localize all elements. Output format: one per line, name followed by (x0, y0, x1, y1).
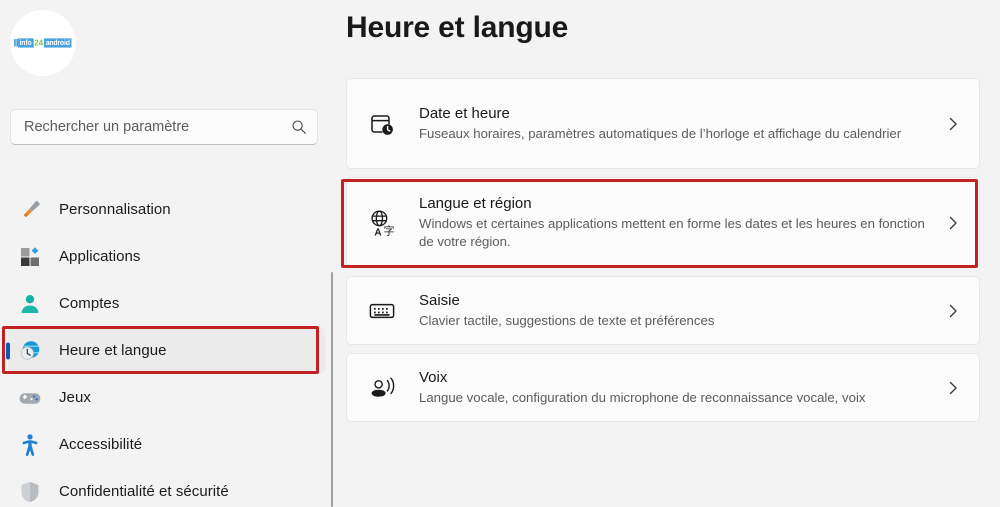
card-title: Date et heure (419, 105, 510, 123)
sidebar-item-label: Applications (59, 248, 141, 265)
sidebar: ||| info 24 android Rechercher un paramè… (0, 0, 333, 507)
settings-card-list: Date et heure Fuseaux horaires, paramètr… (346, 78, 980, 430)
card-text: Voix Langue vocale, configuration du mic… (419, 368, 945, 407)
logo-info-text: info (18, 38, 34, 48)
sidebar-item-label: Personnalisation (59, 201, 171, 218)
chevron-right-icon[interactable] (945, 116, 961, 132)
sidebar-item-accessibilite[interactable]: Accessibilité (8, 421, 325, 468)
selected-indicator (6, 342, 10, 359)
sidebar-nav: Personnalisation Applications Comptes He… (0, 186, 333, 507)
gamepad-icon (18, 386, 42, 410)
settings-card-saisie[interactable]: Saisie Clavier tactile, suggestions de t… (346, 276, 980, 345)
sidebar-item-label: Accessibilité (59, 436, 143, 453)
clock-globe-icon (18, 339, 42, 363)
sidebar-item-heure-et-langue[interactable]: Heure et langue (6, 327, 325, 374)
sidebar-item-confidentialite-et-securite[interactable]: Confidentialité et sécurité (8, 468, 325, 507)
translate-globe-icon: A 字 (367, 208, 397, 238)
search-box[interactable] (10, 109, 318, 145)
accessibility-person-icon (18, 433, 42, 457)
card-title: Saisie (419, 292, 460, 310)
calendar-clock-icon (367, 109, 397, 139)
settings-card-date-et-heure[interactable]: Date et heure Fuseaux horaires, paramètr… (346, 78, 980, 169)
apps-grid-icon (18, 245, 42, 269)
logo-24-text: 24 (34, 38, 44, 48)
card-text: Date et heure Fuseaux horaires, paramètr… (419, 104, 945, 143)
paintbrush-icon (18, 198, 42, 222)
search-input[interactable] (24, 119, 291, 135)
shield-icon (18, 480, 42, 504)
card-subtitle: Clavier tactile, suggestions de texte et… (419, 312, 715, 328)
sidebar-item-comptes[interactable]: Comptes (8, 280, 325, 327)
sidebar-item-applications[interactable]: Applications (8, 233, 325, 280)
main-content: Heure et langue Date et heure Fuseaux ho… (333, 0, 1000, 507)
settings-card-langue-et-region[interactable]: A 字 Langue et région Windows et certaine… (346, 177, 980, 268)
voice-speech-icon (367, 373, 397, 403)
avatar-circle: ||| info 24 android (10, 10, 76, 76)
sidebar-item-personnalisation[interactable]: Personnalisation (8, 186, 325, 233)
card-subtitle: Langue vocale, configuration du micropho… (419, 389, 866, 405)
search-icon (291, 119, 307, 135)
sidebar-item-label: Comptes (59, 295, 120, 312)
chevron-right-icon[interactable] (945, 215, 961, 231)
card-title: Voix (419, 369, 448, 387)
info24android-logo: ||| info 24 android (14, 38, 73, 48)
chevron-right-icon[interactable] (945, 303, 961, 319)
sidebar-item-label: Heure et langue (59, 342, 167, 359)
sidebar-item-label: Confidentialité et sécurité (59, 483, 229, 500)
card-text: Saisie Clavier tactile, suggestions de t… (419, 291, 945, 330)
settings-window: ||| info 24 android Rechercher un paramè… (0, 0, 1000, 507)
keyboard-icon (367, 296, 397, 326)
person-account-icon (18, 292, 42, 316)
sidebar-item-label: Jeux (59, 389, 91, 406)
svg-text:A: A (374, 227, 381, 238)
logo-android-text: android (44, 38, 73, 48)
chevron-right-icon[interactable] (945, 380, 961, 396)
card-subtitle: Fuseaux horaires, paramètres automatique… (419, 125, 902, 141)
avatar[interactable]: ||| info 24 android (10, 10, 76, 76)
svg-text:字: 字 (384, 223, 395, 237)
sidebar-item-jeux[interactable]: Jeux (8, 374, 325, 421)
settings-card-voix[interactable]: Voix Langue vocale, configuration du mic… (346, 353, 980, 422)
card-subtitle: Windows et certaines applications metten… (419, 215, 925, 249)
page-title: Heure et langue (346, 11, 569, 44)
card-text: Langue et région Windows et certaines ap… (419, 194, 945, 251)
card-title: Langue et région (419, 195, 532, 213)
